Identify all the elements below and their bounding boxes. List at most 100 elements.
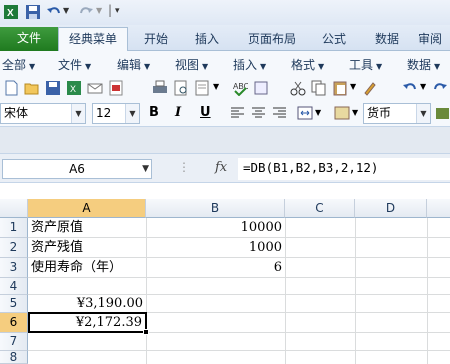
chevron-down-icon[interactable]: ▼ — [350, 82, 356, 91]
tab-page-layout[interactable]: 页面布局 — [240, 28, 304, 51]
format-painter-icon[interactable] — [362, 80, 378, 96]
tab-home[interactable]: 开始 — [135, 28, 177, 51]
column-header-b[interactable]: B — [146, 199, 285, 218]
open-folder-icon[interactable] — [24, 80, 40, 96]
select-all-corner[interactable] — [0, 199, 28, 218]
column-header-c[interactable]: C — [285, 199, 355, 218]
save-icon[interactable] — [25, 4, 41, 20]
excel-app-icon[interactable]: X — [3, 4, 19, 20]
pdf-icon[interactable] — [108, 80, 124, 96]
email-icon[interactable] — [87, 80, 103, 96]
fill-handle[interactable] — [143, 329, 149, 335]
align-right-icon[interactable] — [272, 106, 287, 120]
menu-data[interactable]: 数据 ▼ — [407, 56, 440, 73]
formula-input[interactable]: =DB(B1,B2,B3,2,12) — [238, 158, 450, 180]
ribbon-spacer — [0, 127, 450, 153]
row-header-7[interactable]: 7 — [0, 333, 28, 351]
align-center-icon[interactable] — [251, 106, 266, 120]
tab-review[interactable]: 审阅 — [418, 28, 450, 51]
row-header-5[interactable]: 5 — [0, 295, 28, 313]
font-size-select[interactable]: 12 ▼ — [92, 103, 140, 124]
number-format-select[interactable]: 货币 ▼ — [363, 103, 431, 124]
tab-classic-menu[interactable]: 经典菜单 — [58, 27, 128, 52]
copy-icon[interactable] — [311, 80, 327, 96]
menu-edit-label: 编辑 — [117, 58, 142, 72]
name-box[interactable]: A6 ▼ — [2, 159, 152, 179]
standard-toolbar: X ▼ ABC ▼ ▼ — [0, 76, 450, 100]
cell-b1[interactable]: 10000 — [146, 218, 285, 238]
row-header-6[interactable]: 6 — [0, 313, 28, 333]
formula-bar: A6 ▼ ⋮ fx =DB(B1,B2,B3,2,12) — [0, 153, 450, 183]
redo-icon[interactable] — [432, 80, 448, 96]
cell-format-icon[interactable] — [334, 105, 350, 121]
chevron-down-icon[interactable]: ▼ — [315, 108, 321, 117]
chevron-down-icon: ▼ — [434, 62, 441, 71]
research-icon[interactable] — [253, 80, 269, 96]
chevron-down-icon: ▼ — [376, 62, 383, 71]
spell-check-icon[interactable]: ABC — [232, 80, 248, 96]
cell-a6-selected[interactable]: ¥2,172.39 — [28, 312, 147, 333]
print-preview-icon[interactable] — [173, 80, 189, 96]
menu-tools[interactable]: 工具 ▼ — [349, 56, 382, 73]
row-header-4[interactable]: 4 — [0, 278, 28, 295]
chevron-down-icon: ▼ — [144, 62, 151, 71]
new-document-icon[interactable] — [4, 80, 19, 96]
column-header-e[interactable] — [427, 199, 450, 218]
font-name-value: 宋体 — [4, 106, 29, 120]
font-name-select[interactable]: 宋体 ▼ — [0, 103, 86, 124]
chevron-down-icon: ▼ — [29, 62, 36, 71]
save-as-excel-icon[interactable]: X — [66, 80, 82, 96]
tab-data[interactable]: 数据 — [366, 28, 408, 51]
svg-text:X: X — [70, 84, 76, 94]
row-header-3[interactable]: 3 — [0, 258, 28, 278]
chevron-down-icon: ▼ — [71, 104, 85, 123]
tab-formulas[interactable]: 公式 — [313, 28, 355, 51]
number-format-value: 货币 — [367, 106, 392, 120]
save-icon[interactable] — [45, 80, 61, 96]
menu-view[interactable]: 视图 ▼ — [175, 56, 208, 73]
underline-button[interactable]: U — [200, 105, 211, 120]
cell-b2[interactable]: 1000 — [146, 238, 285, 258]
italic-button[interactable]: I — [175, 105, 181, 120]
column-header-d[interactable]: D — [355, 199, 427, 218]
chevron-down-icon[interactable]: ▼ — [420, 82, 426, 91]
page-setup-icon[interactable] — [194, 80, 210, 96]
chevron-down-icon: ▼ — [125, 104, 139, 123]
chevron-down-icon[interactable]: ▼ — [352, 108, 358, 117]
undo-icon[interactable] — [402, 80, 418, 96]
name-box-value: A6 — [69, 162, 85, 176]
menu-format[interactable]: 格式 ▼ — [291, 56, 324, 73]
cell-a2[interactable]: 资产残值 — [28, 238, 146, 258]
chevron-down-icon[interactable]: ▼ — [213, 82, 219, 91]
menu-edit[interactable]: 编辑 ▼ — [117, 56, 150, 73]
cut-icon[interactable] — [290, 80, 306, 96]
column-header-a[interactable]: A — [28, 199, 146, 218]
undo-dropdown-icon[interactable]: ▼ — [63, 6, 69, 15]
tab-file[interactable]: 文件 — [0, 27, 58, 51]
insert-function-icon[interactable]: fx — [215, 160, 227, 175]
align-left-icon[interactable] — [230, 106, 245, 120]
menu-data-label: 数据 — [407, 58, 432, 72]
customize-qat-icon[interactable]: ▾ — [115, 6, 120, 16]
cell-a5[interactable]: ¥3,190.00 — [28, 295, 146, 313]
undo-icon[interactable] — [46, 4, 62, 20]
paste-icon[interactable] — [332, 80, 348, 96]
redo-icon[interactable] — [78, 4, 94, 20]
bold-button[interactable]: B — [149, 105, 159, 120]
tab-insert[interactable]: 插入 — [186, 28, 228, 51]
menu-file[interactable]: 文件 ▼ — [58, 56, 91, 73]
menu-all[interactable]: 全部 ▼ — [2, 56, 35, 73]
row-header-2[interactable]: 2 — [0, 238, 28, 258]
chevron-down-icon: ▼ — [202, 62, 209, 71]
cell-b3[interactable]: 6 — [146, 258, 285, 278]
redo-dropdown-icon[interactable]: ▼ — [96, 6, 102, 15]
print-icon[interactable] — [152, 80, 168, 96]
merge-center-icon[interactable] — [297, 105, 313, 121]
menu-insert[interactable]: 插入 ▼ — [233, 56, 266, 73]
cell-a1[interactable]: 资产原值 — [28, 218, 146, 238]
formula-bar-gap — [0, 183, 450, 199]
row-header-8[interactable]: 8 — [0, 351, 28, 364]
row-header-1[interactable]: 1 — [0, 218, 28, 238]
menu-all-label: 全部 — [2, 58, 27, 72]
currency-style-icon[interactable] — [435, 106, 450, 121]
